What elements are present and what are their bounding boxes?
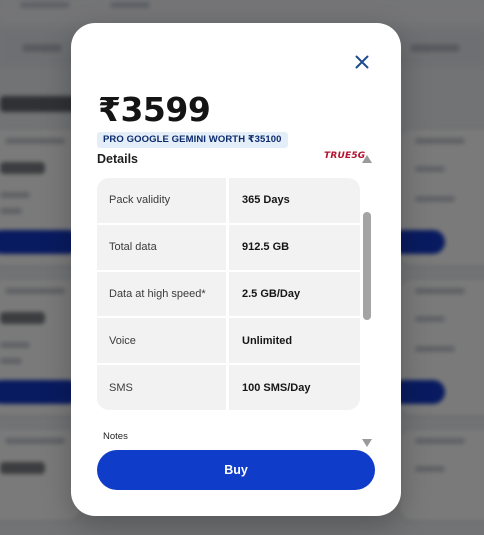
detail-row-voice: Voice Unlimited	[97, 316, 360, 364]
detail-row-total-data: Total data 912.5 GB	[97, 222, 360, 270]
detail-value: 2.5 GB/Day	[229, 271, 360, 317]
detail-value: 365 Days	[229, 178, 360, 223]
close-button[interactable]	[351, 51, 373, 73]
details-heading: Details	[97, 152, 138, 166]
detail-label: Pack validity	[97, 178, 226, 223]
scroll-up-button[interactable]	[362, 154, 372, 164]
detail-label: Voice	[97, 318, 226, 364]
detail-label: Data at high speed*	[97, 271, 226, 317]
detail-label: Total data	[97, 224, 226, 270]
scroll-down-button[interactable]	[362, 438, 372, 448]
detail-row-high-speed-data: Data at high speed* 2.5 GB/Day	[97, 269, 360, 317]
notes-heading: Notes	[103, 431, 128, 442]
offer-badge: PRO GOOGLE GEMINI WORTH ₹35100	[97, 132, 288, 148]
detail-label: SMS	[97, 365, 226, 410]
detail-value: 100 SMS/Day	[229, 365, 360, 410]
plan-details-modal: ₹3599 PRO GOOGLE GEMINI WORTH ₹35100 Det…	[71, 23, 401, 516]
scroll-down-arrow-icon	[362, 439, 372, 447]
plan-details-table: Pack validity 365 Days Total data 912.5 …	[97, 178, 360, 410]
scroll-thumb[interactable]	[363, 212, 371, 320]
scroll-up-arrow-icon	[362, 155, 372, 163]
buy-button[interactable]: Buy	[97, 450, 375, 490]
true5g-logo: TRUE5G	[324, 151, 366, 161]
detail-row-validity: Pack validity 365 Days	[97, 178, 360, 223]
details-scrollbar[interactable]	[362, 154, 372, 448]
close-icon	[355, 55, 369, 69]
plan-price: ₹3599	[98, 90, 211, 129]
detail-value: 912.5 GB	[229, 224, 360, 270]
detail-value: Unlimited	[229, 318, 360, 364]
detail-row-sms: SMS 100 SMS/Day	[97, 363, 360, 410]
